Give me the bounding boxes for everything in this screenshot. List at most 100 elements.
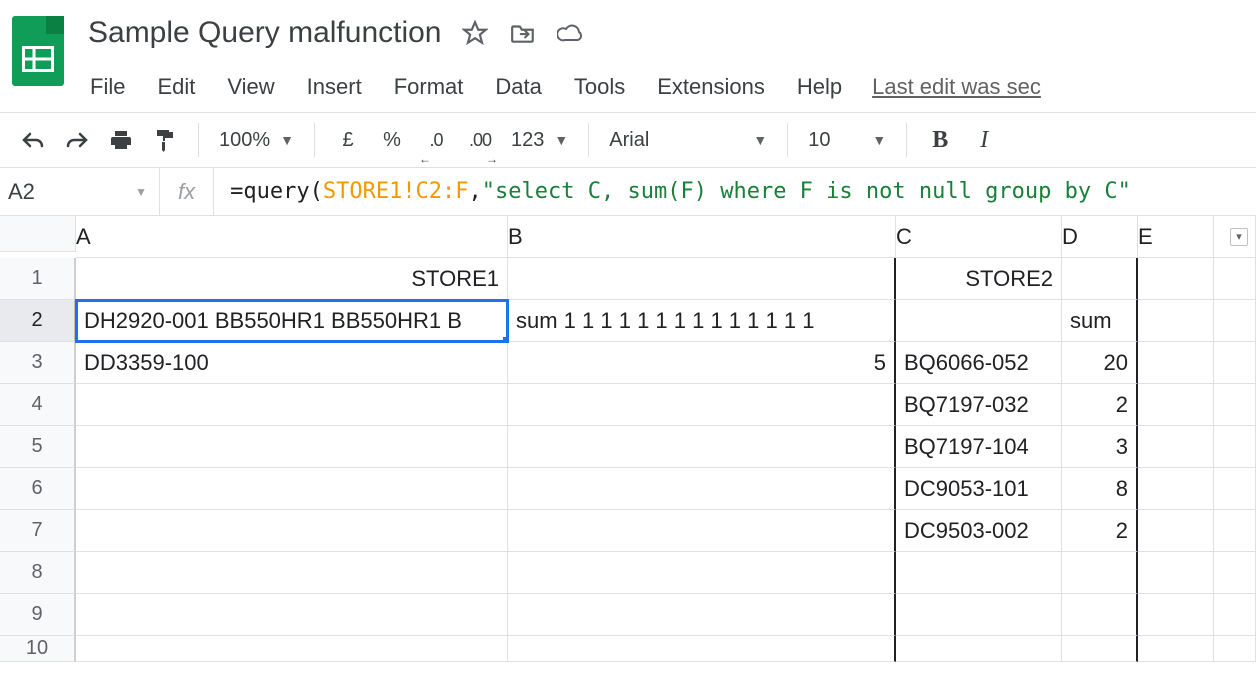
cell-B7[interactable] xyxy=(508,510,896,552)
cell-D5[interactable]: 3 xyxy=(1062,426,1138,468)
row-header[interactable]: 3 xyxy=(0,342,76,384)
format-percent-button[interactable]: % xyxy=(373,122,411,158)
cell-D6[interactable]: 8 xyxy=(1062,468,1138,510)
cell-E6[interactable] xyxy=(1138,468,1214,510)
sheets-logo[interactable] xyxy=(12,16,64,86)
menu-data[interactable]: Data xyxy=(493,70,543,104)
increase-decimal-button[interactable]: .00 → xyxy=(461,122,499,158)
decrease-decimal-button[interactable]: .0 ← xyxy=(417,122,455,158)
col-header-E[interactable]: E xyxy=(1138,216,1214,258)
row-header[interactable]: 2 xyxy=(0,300,76,342)
cell-E1[interactable] xyxy=(1138,258,1214,300)
cell-C10[interactable] xyxy=(896,636,1062,662)
cell-B1[interactable] xyxy=(508,258,896,300)
cell-C5[interactable]: BQ7197-104 xyxy=(896,426,1062,468)
row-header[interactable]: 8 xyxy=(0,552,76,594)
last-edit-link[interactable]: Last edit was sec xyxy=(872,74,1041,100)
row-header[interactable]: 9 xyxy=(0,594,76,636)
name-box[interactable]: A2 ▼ xyxy=(0,168,160,215)
cell-C9[interactable] xyxy=(896,594,1062,636)
cell-F7[interactable] xyxy=(1214,510,1256,552)
cell-C1[interactable]: STORE2 xyxy=(896,258,1062,300)
cell-B10[interactable] xyxy=(508,636,896,662)
cell-B8[interactable] xyxy=(508,552,896,594)
cell-E3[interactable] xyxy=(1138,342,1214,384)
redo-button[interactable] xyxy=(58,122,96,158)
cell-F10[interactable] xyxy=(1214,636,1256,662)
cell-E8[interactable] xyxy=(1138,552,1214,594)
cell-C4[interactable]: BQ7197-032 xyxy=(896,384,1062,426)
cell-F6[interactable] xyxy=(1214,468,1256,510)
font-size-select[interactable]: 10 ▼ xyxy=(802,129,892,152)
cell-D9[interactable] xyxy=(1062,594,1138,636)
cell-B3[interactable]: 5 xyxy=(508,342,896,384)
cell-C2[interactable] xyxy=(896,300,1062,342)
cell-A7[interactable] xyxy=(76,510,508,552)
spreadsheet-grid[interactable]: A ▾ B C D E 1 STORE1 STORE2 2 DH2920-001… xyxy=(0,216,1256,662)
menu-insert[interactable]: Insert xyxy=(305,70,364,104)
cell-E10[interactable] xyxy=(1138,636,1214,662)
cell-C3[interactable]: BQ6066-052 xyxy=(896,342,1062,384)
cell-F9[interactable] xyxy=(1214,594,1256,636)
col-header-C[interactable]: C xyxy=(896,216,1062,258)
menu-help[interactable]: Help xyxy=(795,70,844,104)
zoom-select[interactable]: 100% ▼ xyxy=(213,129,300,152)
cell-F8[interactable] xyxy=(1214,552,1256,594)
cell-C7[interactable]: DC9503-002 xyxy=(896,510,1062,552)
row-header[interactable]: 4 xyxy=(0,384,76,426)
cell-F1[interactable] xyxy=(1214,258,1256,300)
row-header[interactable]: 10 xyxy=(0,636,76,662)
undo-button[interactable] xyxy=(14,122,52,158)
cell-C8[interactable] xyxy=(896,552,1062,594)
menu-tools[interactable]: Tools xyxy=(572,70,627,104)
menu-view[interactable]: View xyxy=(225,70,276,104)
cell-D7[interactable]: 2 xyxy=(1062,510,1138,552)
menu-format[interactable]: Format xyxy=(392,70,466,104)
cell-F4[interactable] xyxy=(1214,384,1256,426)
cell-A9[interactable] xyxy=(76,594,508,636)
cell-B5[interactable] xyxy=(508,426,896,468)
cell-A1[interactable]: STORE1 xyxy=(76,258,508,300)
cell-A3[interactable]: DD3359-100 xyxy=(76,342,508,384)
cell-D8[interactable] xyxy=(1062,552,1138,594)
cell-F3[interactable] xyxy=(1214,342,1256,384)
menu-file[interactable]: File xyxy=(88,70,127,104)
move-icon[interactable] xyxy=(508,18,538,48)
cell-E7[interactable] xyxy=(1138,510,1214,552)
filter-icon[interactable]: ▾ xyxy=(1230,228,1248,246)
cell-A6[interactable] xyxy=(76,468,508,510)
col-header-B[interactable]: B xyxy=(508,216,896,258)
menu-extensions[interactable]: Extensions xyxy=(655,70,767,104)
cell-B4[interactable] xyxy=(508,384,896,426)
cell-A10[interactable] xyxy=(76,636,508,662)
more-formats-select[interactable]: 123 ▼ xyxy=(505,129,574,152)
cell-A8[interactable] xyxy=(76,552,508,594)
row-header[interactable]: 5 xyxy=(0,426,76,468)
cell-E5[interactable] xyxy=(1138,426,1214,468)
cell-D3[interactable]: 20 xyxy=(1062,342,1138,384)
cell-E2[interactable] xyxy=(1138,300,1214,342)
cell-F2[interactable] xyxy=(1214,300,1256,342)
formula-input[interactable]: =query(STORE1!C2:F,"select C, sum(F) whe… xyxy=(214,179,1131,204)
cell-D10[interactable] xyxy=(1062,636,1138,662)
paint-format-button[interactable] xyxy=(146,122,184,158)
cell-B2[interactable]: sum 1 1 1 1 1 1 1 1 1 1 1 1 1 1 xyxy=(508,300,896,342)
cell-A4[interactable] xyxy=(76,384,508,426)
star-icon[interactable] xyxy=(460,18,490,48)
cell-E9[interactable] xyxy=(1138,594,1214,636)
col-header-D[interactable]: D xyxy=(1062,216,1138,258)
bold-button[interactable]: B xyxy=(921,122,959,158)
cell-A2[interactable]: DH2920-001 BB550HR1 BB550HR1 B xyxy=(76,300,508,342)
cloud-status-icon[interactable] xyxy=(556,18,586,48)
cell-B6[interactable] xyxy=(508,468,896,510)
row-header[interactable]: 1 xyxy=(0,258,76,300)
cell-D4[interactable]: 2 xyxy=(1062,384,1138,426)
cell-D2[interactable]: sum xyxy=(1062,300,1138,342)
italic-button[interactable]: I xyxy=(965,122,1003,158)
cell-A5[interactable] xyxy=(76,426,508,468)
cell-B9[interactable] xyxy=(508,594,896,636)
font-family-select[interactable]: Arial ▼ xyxy=(603,129,773,152)
col-header-A[interactable]: A ▾ xyxy=(76,216,508,258)
document-title[interactable]: Sample Query malfunction xyxy=(88,14,442,52)
print-button[interactable] xyxy=(102,122,140,158)
